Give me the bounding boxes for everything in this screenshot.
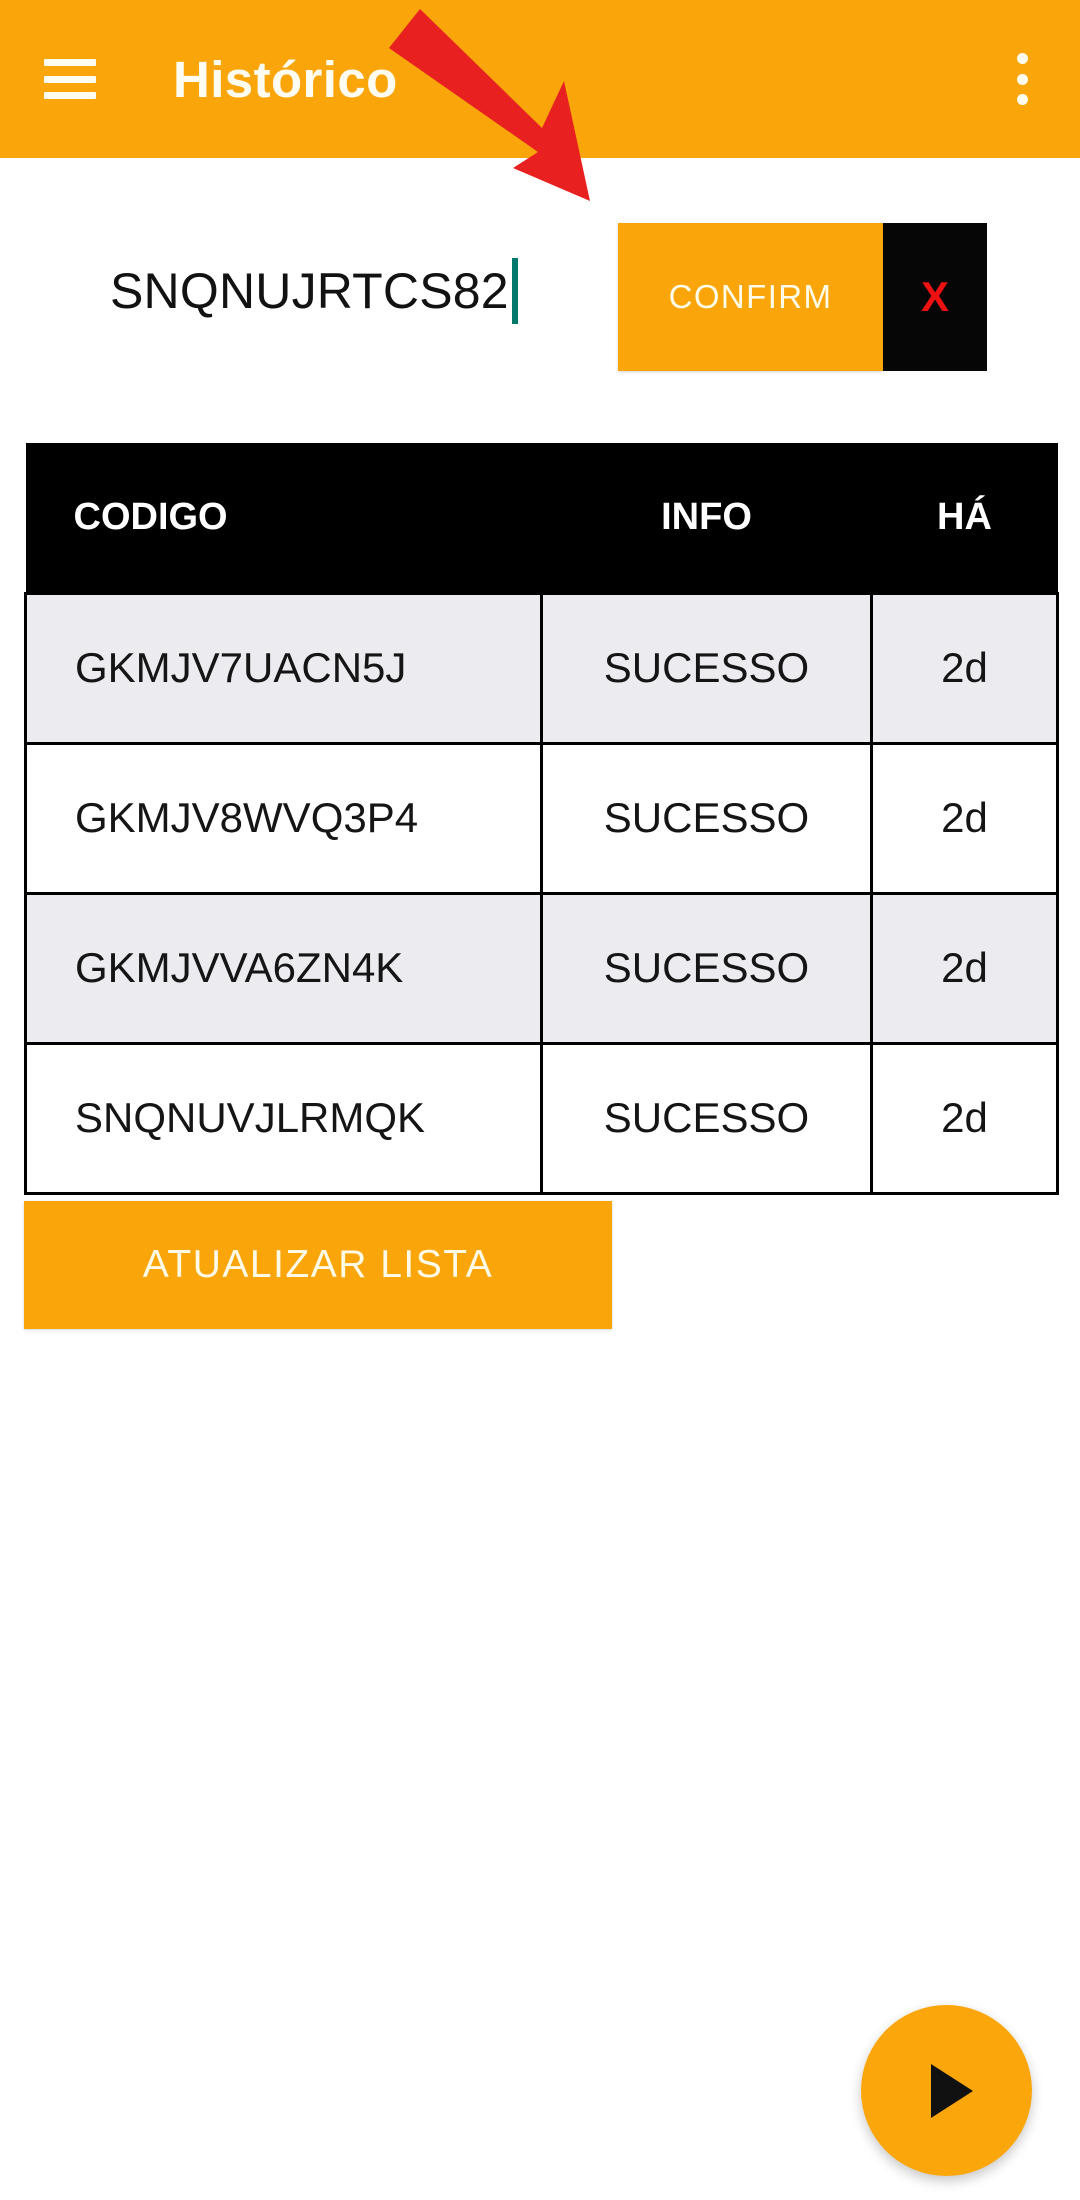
- play-fab-button[interactable]: [861, 2005, 1032, 2176]
- page-title: Histórico: [173, 50, 398, 108]
- cell-info: SUCESSO: [540, 741, 873, 895]
- cell-codigo: GKMJV8WVQ3P4: [24, 741, 543, 895]
- overflow-menu-icon[interactable]: [998, 49, 1046, 109]
- history-table: CODIGO INFO HÁ GKMJV7UACN5J SUCESSO 2d G…: [24, 443, 1059, 1195]
- hamburger-line: [44, 92, 96, 99]
- play-icon: [930, 2063, 973, 2118]
- app-bar: Histórico: [0, 0, 1080, 158]
- column-header-ha: HÁ: [871, 443, 1058, 593]
- main-content: SNQNUJRTCS82 CONFIRM X CODIGO INFO HÁ GK…: [0, 158, 1080, 2200]
- column-header-info: INFO: [541, 443, 872, 593]
- confirm-button-label: CONFIRM: [668, 278, 833, 315]
- confirm-button[interactable]: CONFIRM: [618, 223, 883, 371]
- cell-ha: 2d: [870, 591, 1059, 745]
- table-row[interactable]: GKMJV8WVQ3P4 SUCESSO 2d: [24, 741, 1059, 895]
- refresh-list-button[interactable]: ATUALIZAR LISTA: [24, 1201, 612, 1329]
- cell-codigo: GKMJVVA6ZN4K: [24, 891, 543, 1045]
- clear-button[interactable]: X: [883, 223, 987, 371]
- table-row[interactable]: SNQNUVJLRMQK SUCESSO 2d: [24, 1041, 1059, 1195]
- overflow-dot: [1016, 94, 1028, 105]
- cell-ha: 2d: [870, 741, 1059, 895]
- cell-info: SUCESSO: [540, 891, 873, 1045]
- cell-info: SUCESSO: [540, 591, 873, 745]
- table-header: CODIGO INFO HÁ: [25, 443, 1058, 593]
- code-input-value: SNQNUJRTCS82: [110, 263, 509, 319]
- cell-ha: 2d: [870, 1041, 1059, 1195]
- overflow-dot: [1016, 73, 1028, 85]
- clear-icon: X: [920, 273, 949, 320]
- cell-codigo: GKMJV7UACN5J: [24, 591, 543, 745]
- code-input[interactable]: SNQNUJRTCS82: [110, 251, 560, 331]
- column-header-codigo: CODIGO: [25, 443, 542, 593]
- cell-codigo: SNQNUVJLRMQK: [24, 1041, 543, 1195]
- cell-ha: 2d: [870, 891, 1059, 1045]
- hamburger-line: [44, 75, 96, 83]
- cell-info: SUCESSO: [540, 1041, 873, 1195]
- table-header-row: CODIGO INFO HÁ: [25, 443, 1058, 593]
- table-body: GKMJV7UACN5J SUCESSO 2d GKMJV8WVQ3P4 SUC…: [24, 591, 1059, 1195]
- hamburger-line: [44, 59, 96, 66]
- table-row[interactable]: GKMJV7UACN5J SUCESSO 2d: [24, 591, 1059, 745]
- refresh-list-button-label: ATUALIZAR LISTA: [142, 1243, 494, 1286]
- table-row[interactable]: GKMJVVA6ZN4K SUCESSO 2d: [24, 891, 1059, 1045]
- text-caret: [511, 258, 518, 324]
- code-entry-row: SNQNUJRTCS82 CONFIRM X: [0, 215, 1080, 371]
- overflow-dot: [1016, 53, 1028, 64]
- hamburger-menu-icon[interactable]: [44, 59, 96, 99]
